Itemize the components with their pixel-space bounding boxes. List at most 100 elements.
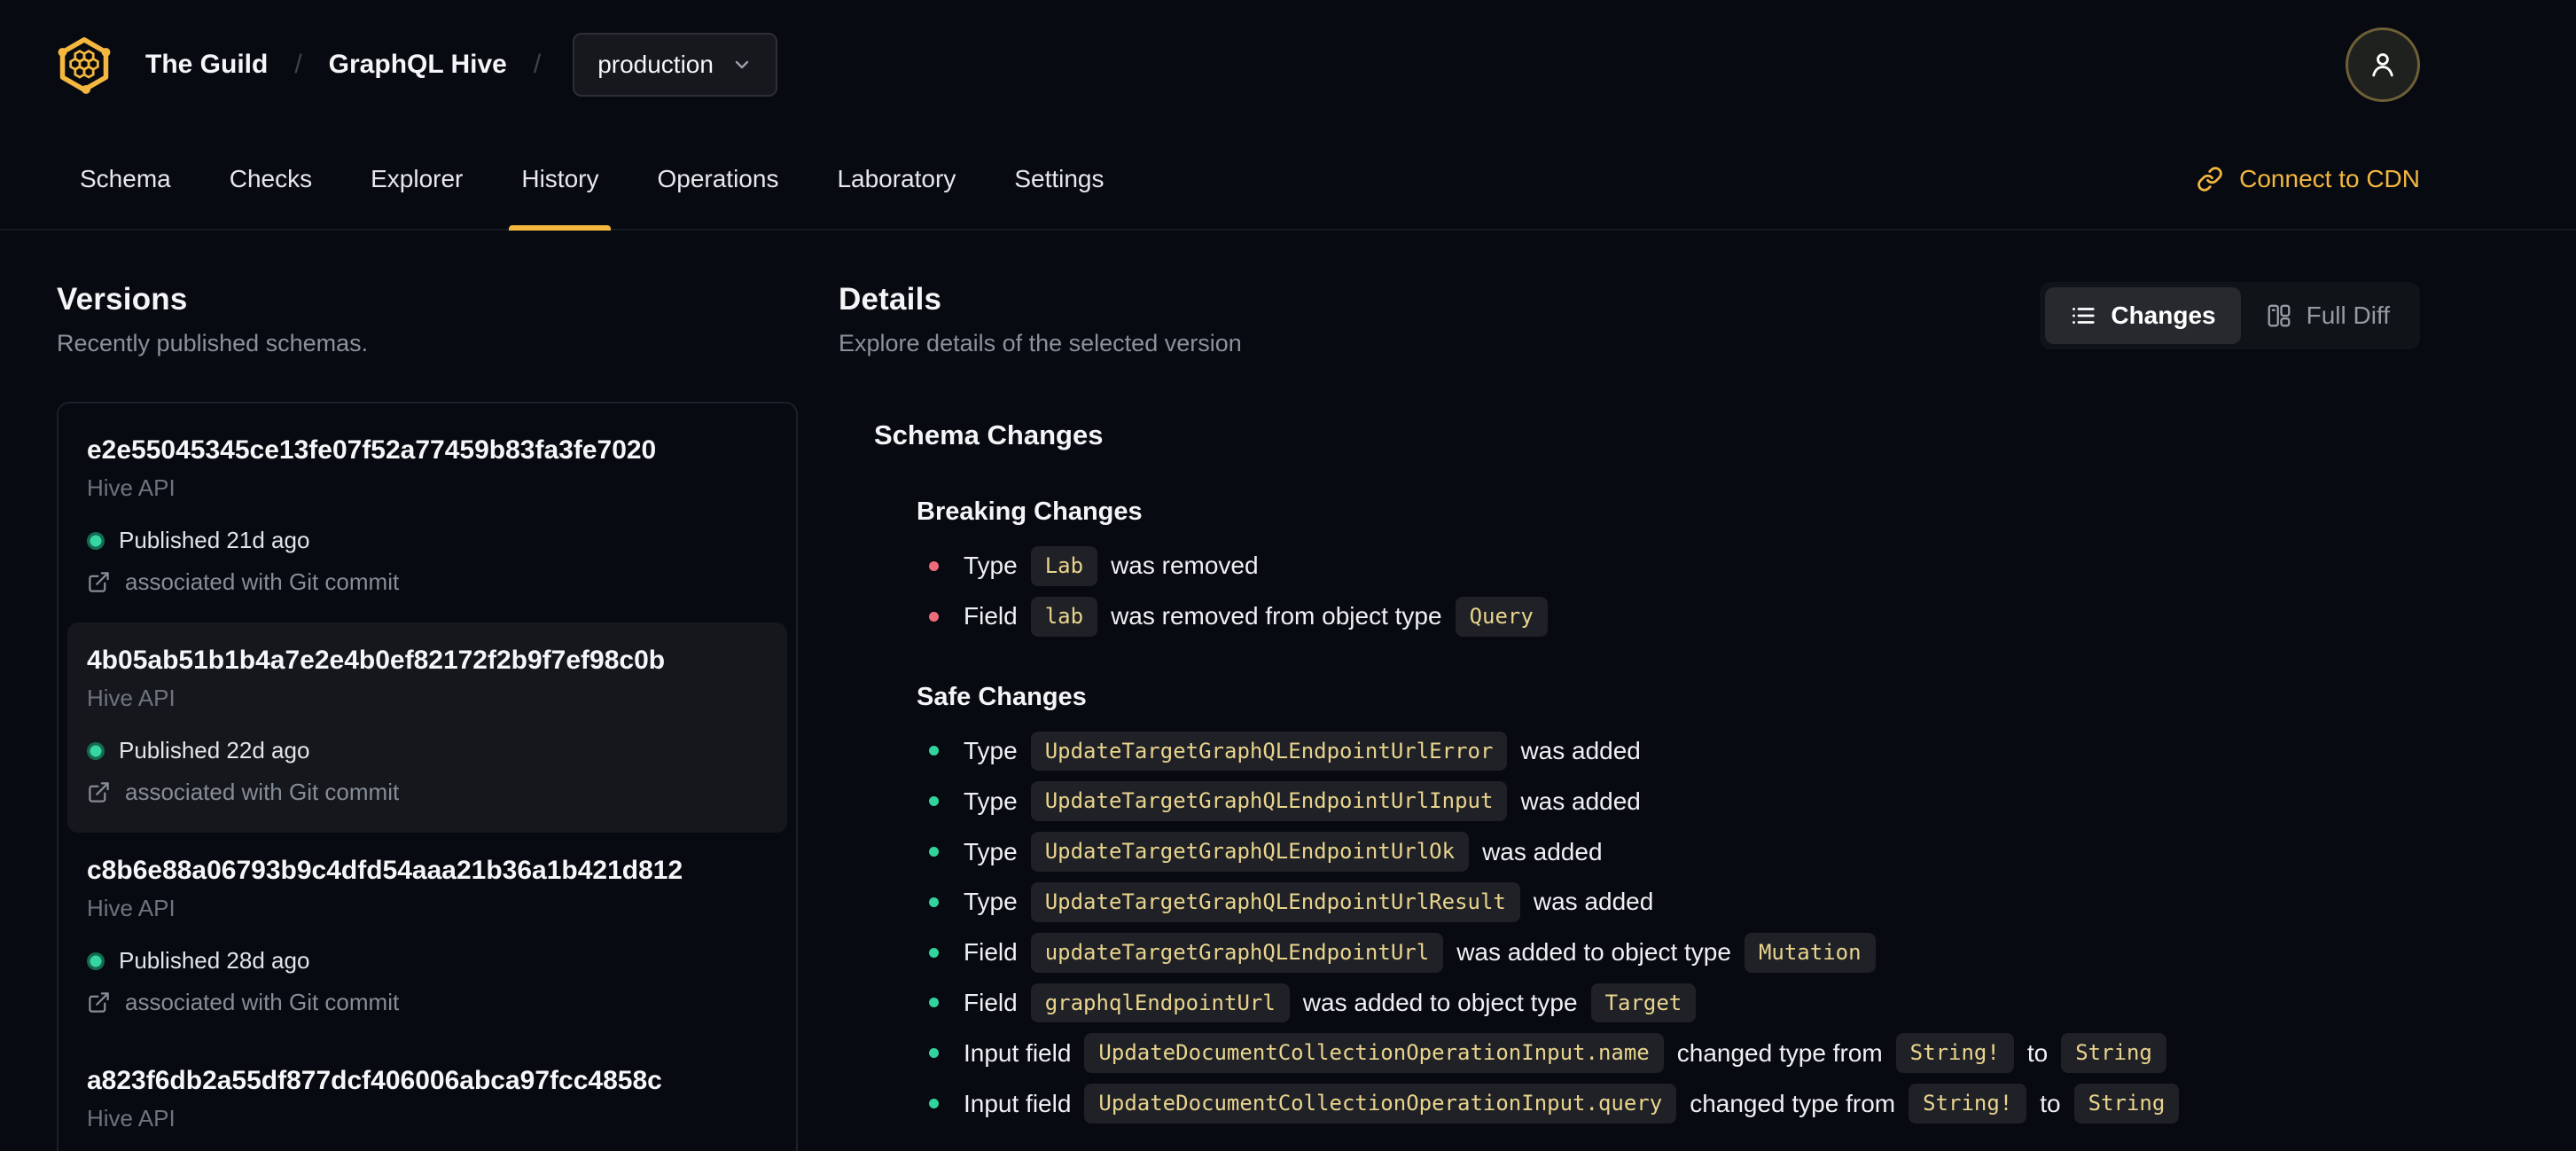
change-item: Input field UpdateDocumentCollectionOpera… bbox=[917, 1033, 2420, 1074]
tab-settings[interactable]: Settings bbox=[991, 129, 1127, 229]
change-item: Type UpdateTargetGraphQLEndpointUrlResult… bbox=[917, 881, 2420, 922]
version-git-label: associated with Git commit bbox=[125, 568, 400, 595]
version-published-label: Published 28d ago bbox=[119, 947, 310, 974]
change-item: Field updateTargetGraphQLEndpointUrl was a… bbox=[917, 932, 2420, 973]
change-item: Type UpdateTargetGraphQLEndpointUrlError w… bbox=[917, 731, 2420, 771]
change-list: Type Lab was removed Field lab was removed f… bbox=[917, 546, 2420, 637]
bullet-icon bbox=[929, 1099, 939, 1109]
change-item: Type Lab was removed bbox=[917, 546, 2420, 586]
code-badge: Target bbox=[1590, 983, 1697, 1023]
version-hash: c8b6e88a06793b9c4dfd54aaa21b36a1b421d812 bbox=[87, 856, 683, 885]
bullet-icon bbox=[929, 560, 939, 571]
change-text: Field bbox=[964, 988, 1018, 1016]
change-text: was added bbox=[1533, 888, 1654, 916]
code-badge: String! bbox=[1909, 1084, 2027, 1124]
version-git-link[interactable]: associated with Git commit bbox=[87, 568, 768, 596]
change-text: Input field bbox=[964, 1038, 1072, 1067]
version-card[interactable]: c8b6e88a06793b9c4dfd54aaa21b36a1b421d812… bbox=[67, 833, 787, 1043]
version-service: Hive API bbox=[87, 685, 176, 711]
version-published-row: Published 22d ago bbox=[87, 737, 768, 764]
change-text: Type bbox=[964, 837, 1018, 865]
change-list: Type UpdateTargetGraphQLEndpointUrlError w… bbox=[917, 731, 2420, 1124]
code-badge: UpdateTargetGraphQLEndpointUrlResult bbox=[1030, 881, 1520, 922]
main-content: Versions Recently published schemas. e2e… bbox=[0, 231, 2576, 1151]
change-text: to bbox=[2026, 1038, 2049, 1067]
code-badge: UpdateTargetGraphQLEndpointUrlInput bbox=[1030, 781, 1508, 822]
tab-history[interactable]: History bbox=[498, 129, 621, 231]
code-badge: String bbox=[2061, 1033, 2166, 1074]
change-groups: Breaking Changes Type Lab was removed Fiel… bbox=[839, 497, 2420, 1124]
changes-view-button[interactable]: Changes bbox=[2045, 287, 2241, 344]
view-toggle-group: Changes Full Diff bbox=[2040, 282, 2420, 349]
bullet-icon bbox=[929, 1048, 939, 1059]
version-git-link[interactable]: associated with Git commit bbox=[87, 779, 768, 806]
code-badge: Mutation bbox=[1744, 932, 1876, 973]
user-avatar[interactable] bbox=[2346, 27, 2420, 102]
app-root: The Guild / GraphQL Hive / production Sc… bbox=[0, 0, 2576, 1151]
code-badge: UpdateDocumentCollectionOperationInput.q… bbox=[1084, 1084, 1677, 1124]
change-content: Field graphqlEndpointUrl was added to obje… bbox=[964, 983, 1697, 1023]
version-card[interactable]: a823f6db2a55df877dcf406006abca97fcc4858c… bbox=[67, 1043, 787, 1151]
changes-view-label: Changes bbox=[2111, 301, 2216, 329]
tabs: Schema Checks Explorer History Operation… bbox=[57, 129, 1140, 231]
change-text: Input field bbox=[964, 1089, 1072, 1117]
change-text: was added bbox=[1482, 837, 1603, 865]
version-card[interactable]: 4b05ab51b1b4a7e2e4b0ef82172f2b9f7ef98c0b… bbox=[67, 622, 787, 833]
change-text: changed type from bbox=[1676, 1038, 1883, 1067]
change-item: Field lab was removed from object type Quer… bbox=[917, 596, 2420, 637]
published-status-dot bbox=[87, 951, 105, 970]
code-badge: updateTargetGraphQLEndpointUrl bbox=[1030, 932, 1444, 973]
breadcrumb-separator: / bbox=[533, 50, 542, 79]
change-group-title: Safe Changes bbox=[917, 682, 1087, 711]
tab-checks[interactable]: Checks bbox=[207, 129, 335, 229]
bullet-icon bbox=[929, 796, 939, 807]
change-content: Type UpdateTargetGraphQLEndpointUrlError w… bbox=[964, 731, 1641, 771]
tab-laboratory[interactable]: Laboratory bbox=[814, 129, 979, 229]
full-diff-view-button[interactable]: Full Diff bbox=[2241, 287, 2415, 344]
published-status-dot bbox=[87, 531, 105, 550]
change-group: Safe Changes Type UpdateTargetGraphQLEndp… bbox=[839, 683, 2420, 1124]
bullet-icon bbox=[929, 998, 939, 1008]
change-item: Input field UpdateDocumentCollectionOpera… bbox=[917, 1084, 2420, 1124]
schema-changes-title: Schema Changes bbox=[874, 419, 1104, 450]
version-git-link[interactable]: associated with Git commit bbox=[87, 989, 768, 1016]
code-badge: UpdateTargetGraphQLEndpointUrlOk bbox=[1030, 832, 1470, 872]
change-content: Type UpdateTargetGraphQLEndpointUrlResult… bbox=[964, 881, 1654, 922]
target-selector[interactable]: production bbox=[573, 33, 777, 97]
code-badge: Lab bbox=[1030, 546, 1098, 586]
version-published-row: Published 28d ago bbox=[87, 947, 768, 975]
list-icon bbox=[2073, 308, 2095, 324]
version-service: Hive API bbox=[87, 895, 176, 921]
external-link-icon bbox=[89, 572, 109, 592]
change-content: Type UpdateTargetGraphQLEndpointUrlOk was … bbox=[964, 832, 1603, 872]
connect-to-cdn-link[interactable]: Connect to CDN bbox=[2197, 129, 2420, 229]
connect-to-cdn-label: Connect to CDN bbox=[2239, 165, 2420, 192]
versions-subtitle: Recently published schemas. bbox=[57, 330, 369, 356]
change-item: Type UpdateTargetGraphQLEndpointUrlInput w… bbox=[917, 781, 2420, 822]
change-text: was removed bbox=[1111, 552, 1259, 580]
tab-explorer[interactable]: Explorer bbox=[347, 129, 486, 229]
breadcrumb-project[interactable]: GraphQL Hive bbox=[329, 50, 507, 80]
bullet-icon bbox=[929, 897, 939, 907]
code-badge: UpdateTargetGraphQLEndpointUrlError bbox=[1030, 731, 1508, 771]
breadcrumb-org[interactable]: The Guild bbox=[145, 50, 268, 80]
change-item: Type UpdateTargetGraphQLEndpointUrlOk was … bbox=[917, 832, 2420, 872]
columns-icon bbox=[2268, 304, 2291, 327]
details-header: Details Explore details of the selected … bbox=[839, 282, 2420, 357]
change-text: changed type from bbox=[1690, 1089, 1896, 1117]
change-content: Input field UpdateDocumentCollectionOpera… bbox=[964, 1084, 2180, 1124]
tab-schema[interactable]: Schema bbox=[57, 129, 194, 229]
change-item: Field graphqlEndpointUrl was added to obje… bbox=[917, 983, 2420, 1023]
version-published-label: Published 21d ago bbox=[119, 527, 310, 553]
code-badge: lab bbox=[1030, 596, 1098, 637]
link-icon bbox=[2197, 167, 2222, 192]
hive-logo-icon[interactable] bbox=[55, 35, 113, 94]
change-text: Type bbox=[964, 736, 1018, 764]
details-panel: Details Explore details of the selected … bbox=[839, 282, 2420, 1151]
version-git-label: associated with Git commit bbox=[125, 779, 400, 805]
code-badge: Query bbox=[1455, 596, 1548, 637]
tab-operations[interactable]: Operations bbox=[634, 129, 801, 229]
version-published-label: Published 22d ago bbox=[119, 737, 310, 763]
version-card[interactable]: e2e55045345ce13fe07f52a77459b83fa3fe7020… bbox=[67, 412, 787, 622]
version-hash: 4b05ab51b1b4a7e2e4b0ef82172f2b9f7ef98c0b bbox=[87, 646, 666, 675]
